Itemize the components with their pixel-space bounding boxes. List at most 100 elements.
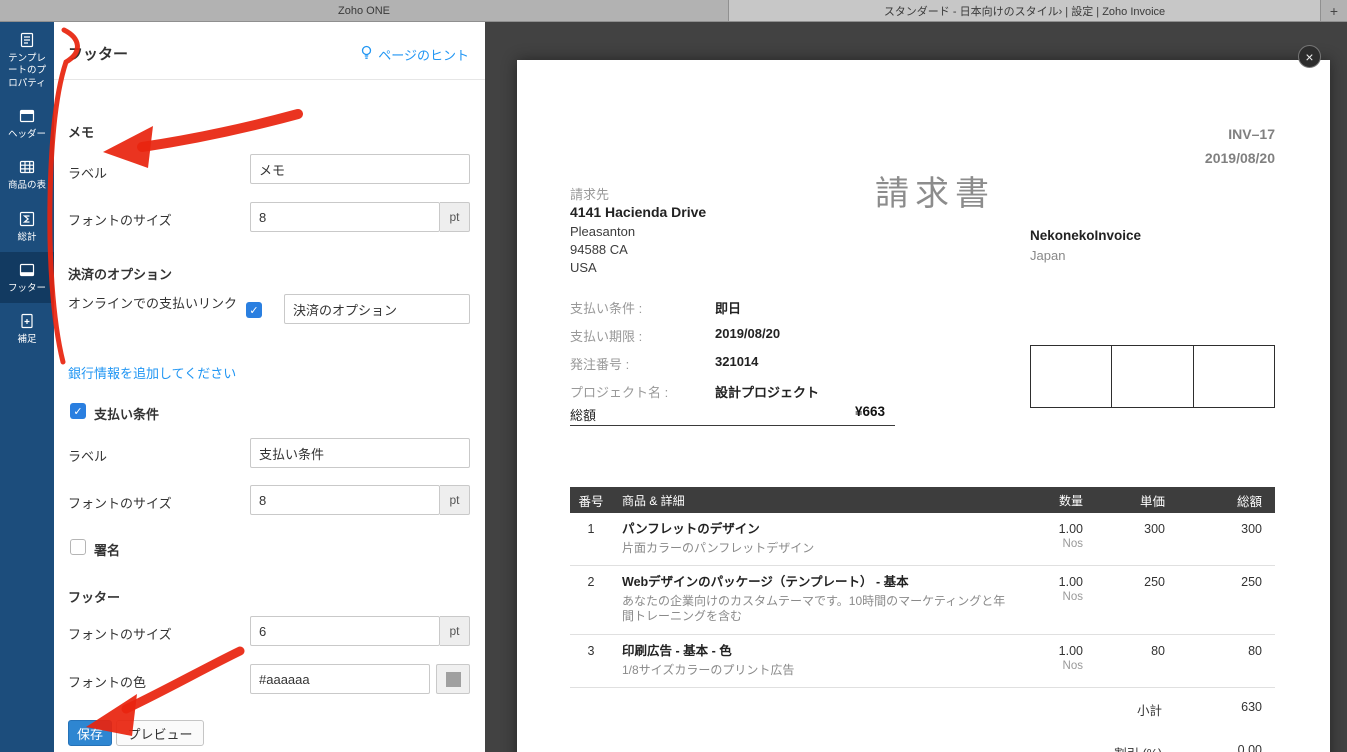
memo-label-caption: ラベル <box>68 166 108 181</box>
signature-checkbox[interactable] <box>70 539 86 555</box>
col-header-qty: 数量 <box>1058 493 1083 508</box>
meta-value: 即日 <box>715 301 742 316</box>
app-window: Zoho ONE スタンダード - 日本向けのスタイル› | 設定 | Zoho… <box>0 0 1347 752</box>
bill-to-address-line: 94588 CA <box>570 242 628 257</box>
row-no: 3 <box>587 644 595 659</box>
signature-checkbox-label: 署名 <box>94 543 121 558</box>
memo-font-size-input[interactable] <box>250 202 440 232</box>
table-row: 1 パンフレットのデザイン 片面カラーのパンフレットデザイン 1.00 Nos … <box>570 513 1275 567</box>
terms-font-size-caption: フォントのサイズ <box>68 496 172 511</box>
bill-to-address-line: Pleasanton <box>570 224 636 239</box>
close-preview-icon[interactable]: × <box>1298 45 1321 68</box>
online-payment-checkbox[interactable] <box>246 302 262 318</box>
grand-total-caption: 総額 <box>570 408 597 423</box>
payment-section-heading: 決済のオプション <box>68 267 173 282</box>
tab-title: スタンダード - 日本向けのスタイル› | 設定 | Zoho Invoice <box>883 5 1166 18</box>
sidebar-item-item-table[interactable]: 商品の表 <box>0 149 54 200</box>
item-rate: 300 <box>1144 522 1165 536</box>
company-country: Japan <box>1030 248 1066 263</box>
row-no: 2 <box>587 575 595 590</box>
sidebar-item-footer[interactable]: フッター <box>0 252 54 304</box>
new-tab-button[interactable]: + <box>1321 0 1347 21</box>
panel-title: フッター <box>68 46 129 63</box>
page-hint-link[interactable]: ページのヒント <box>360 45 469 64</box>
item-name: Webデザインのパッケージ（テンプレート） - 基本 <box>622 575 909 590</box>
row-no: 1 <box>587 522 595 536</box>
header-section-icon <box>19 108 35 124</box>
sidebar-item-header[interactable]: ヘッダー <box>0 98 54 149</box>
stamp-cell <box>1112 346 1194 407</box>
grand-total-value: ¥663 <box>854 404 885 419</box>
online-payment-input[interactable] <box>284 294 470 324</box>
browser-tab-bar: Zoho ONE スタンダード - 日本向けのスタイル› | 設定 | Zoho… <box>0 0 1347 22</box>
terms-font-size-unit: pt <box>440 485 470 515</box>
sidebar: テンプレートのプロパティ ヘッダー 商品の表 総計 フッター 補足 <box>0 22 54 752</box>
footer-settings-panel: フッター ページのヒント メモ ラベル フォントのサイズ pt 決済のオプション… <box>54 22 485 752</box>
sidebar-item-label: テンプレートのプロパティ <box>7 53 46 89</box>
terms-label-caption: ラベル <box>68 449 108 464</box>
terms-label-input[interactable] <box>250 438 470 468</box>
footer-font-size-input[interactable] <box>250 616 440 646</box>
invoice-page: INV–17 2019/08/20 請求先 4141 Hacienda Driv… <box>517 60 1330 752</box>
sidebar-item-label: 商品の表 <box>7 180 46 192</box>
item-description: あなたの企業向けのカスタムテーマです。10時間のマーケティングと年間トレーニング… <box>622 593 1006 624</box>
sidebar-item-label: 補足 <box>17 334 37 346</box>
col-header-item: 商品 & 詳細 <box>622 493 685 508</box>
item-unit: Nos <box>1062 538 1083 550</box>
payment-terms-checkbox[interactable] <box>70 403 86 419</box>
items-table-header: 番号 商品 & 詳細 数量 単価 総額 <box>570 487 1275 513</box>
item-table-icon <box>19 159 35 175</box>
col-header-no: 番号 <box>578 494 604 509</box>
item-description: 1/8サイズカラーのプリント広告 <box>622 662 795 677</box>
terms-font-size-input[interactable] <box>250 485 440 515</box>
browser-tab-zoho-invoice[interactable]: スタンダード - 日本向けのスタイル› | 設定 | Zoho Invoice <box>729 0 1321 21</box>
item-unit: Nos <box>1062 591 1083 604</box>
page-hint-label: ページのヒント <box>378 48 469 63</box>
item-amount: 250 <box>1241 575 1262 590</box>
sidebar-item-total[interactable]: 総計 <box>0 201 54 252</box>
footer-font-color-input[interactable] <box>250 664 430 694</box>
payment-terms-checkbox-label: 支払い条件 <box>94 407 160 422</box>
meta-value: 設計プロジェクト <box>715 385 820 400</box>
memo-section-heading: メモ <box>68 125 95 140</box>
item-amount: 300 <box>1241 522 1262 536</box>
invoice-date: 2019/08/20 <box>1204 150 1275 166</box>
save-button[interactable]: 保存 <box>68 720 112 746</box>
annexure-icon <box>19 313 35 329</box>
meta-label: プロジェクト名 : <box>570 385 669 400</box>
table-row: 3 印刷広告 - 基本 - 色 1/8サイズカラーのプリント広告 1.00 No… <box>570 635 1275 689</box>
meta-value: 2019/08/20 <box>715 326 781 341</box>
color-swatch <box>445 671 461 687</box>
item-rate: 250 <box>1144 575 1165 590</box>
grand-total-row: 総額 ¥663 <box>570 402 895 426</box>
discount-row: 割引 (%) 0.00 <box>570 731 1275 752</box>
col-header-rate: 単価 <box>1139 494 1165 509</box>
memo-label-input[interactable] <box>250 154 470 184</box>
item-unit: Nos <box>1062 660 1083 673</box>
subtotal-label: 小計 <box>1136 704 1162 719</box>
preview-button[interactable]: プレビュー <box>116 720 204 746</box>
sidebar-item-annexure[interactable]: 補足 <box>0 303 54 354</box>
sidebar-item-template-properties[interactable]: テンプレートのプロパティ <box>0 22 54 98</box>
invoice-doc-title: 請求書 <box>875 175 995 213</box>
sidebar-item-label: ヘッダー <box>7 129 46 141</box>
browser-tab-zoho-one[interactable]: Zoho ONE <box>0 0 729 21</box>
invoice-number: INV–17 <box>1228 126 1275 142</box>
meta-label: 支払い条件 : <box>570 301 643 316</box>
items-table: 番号 商品 & 詳細 数量 単価 総額 1 パンフレットのデザイン 片面カラーの… <box>570 487 1275 752</box>
item-description: 片面カラーのパンフレットデザイン <box>622 540 815 555</box>
meta-value: 321014 <box>715 354 759 369</box>
memo-font-size-unit: pt <box>440 202 470 232</box>
subtotal-value: 630 <box>1241 700 1262 715</box>
add-bank-info-link[interactable]: 銀行情報を追加してください <box>68 363 236 382</box>
sidebar-item-label: 総計 <box>17 231 37 243</box>
template-properties-icon <box>19 32 35 48</box>
footer-font-size-unit: pt <box>440 616 470 646</box>
total-sigma-icon <box>19 211 35 227</box>
col-header-amount: 総額 <box>1236 494 1262 509</box>
footer-font-color-caption: フォントの色 <box>68 675 147 690</box>
meta-label: 支払い期限 : <box>570 329 643 344</box>
font-color-picker-button[interactable] <box>436 664 470 694</box>
subtotal-row: 小計 630 <box>570 688 1275 731</box>
sidebar-item-label: フッター <box>7 283 46 295</box>
